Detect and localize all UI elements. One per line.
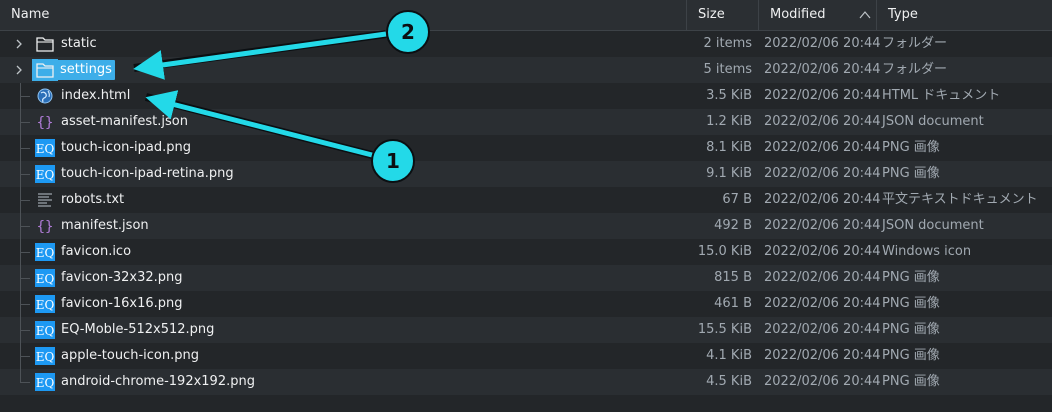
callout-badge-2: 2 — [386, 10, 430, 54]
arrow-1 — [145, 90, 373, 159]
arrow-2 — [133, 30, 387, 80]
callout-badge-1: 1 — [371, 139, 415, 183]
annotation-arrows — [133, 30, 387, 159]
